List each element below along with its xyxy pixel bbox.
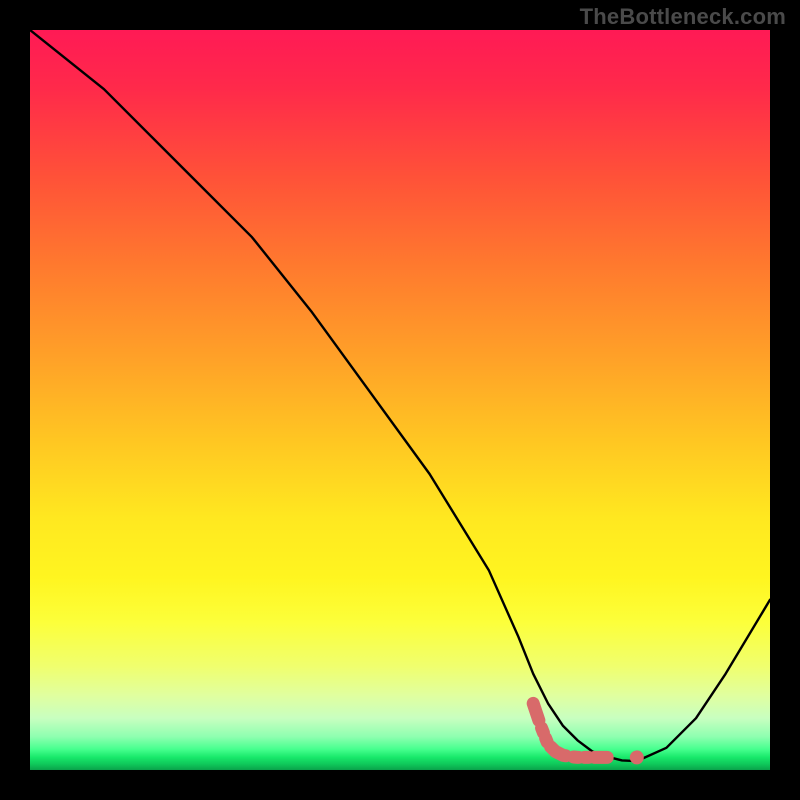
chart-frame: TheBottleneck.com	[0, 0, 800, 800]
marker-segment	[533, 703, 607, 757]
watermark-text: TheBottleneck.com	[580, 4, 786, 30]
main-curve	[30, 30, 770, 761]
plot-area	[30, 30, 770, 770]
marker-dot	[630, 750, 644, 764]
chart-svg	[30, 30, 770, 770]
